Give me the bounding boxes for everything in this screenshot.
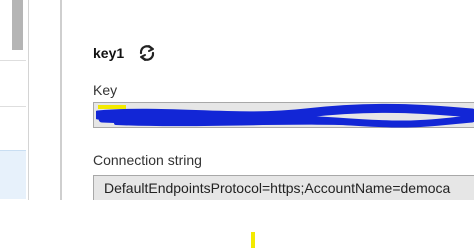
key-title: key1 bbox=[93, 45, 125, 61]
key-header: key1 bbox=[93, 40, 158, 66]
connection-string-value: DefaultEndpointsProtocol=https;AccountNa… bbox=[104, 180, 451, 196]
connection-string-field[interactable]: DefaultEndpointsProtocol=https;AccountNa… bbox=[93, 175, 474, 201]
panel-divider bbox=[60, 0, 62, 200]
left-list-item-selected[interactable] bbox=[0, 150, 26, 199]
left-navigation-pane bbox=[0, 0, 29, 200]
left-list-item[interactable] bbox=[0, 106, 26, 151]
key-label: Key bbox=[93, 82, 118, 98]
bottom-area bbox=[0, 200, 474, 248]
key-redaction-scribble bbox=[96, 103, 474, 128]
yellow-marker bbox=[251, 232, 255, 248]
left-list-item[interactable] bbox=[0, 60, 26, 105]
refresh-icon[interactable] bbox=[136, 42, 158, 64]
connection-string-label: Connection string bbox=[93, 152, 202, 168]
left-scrollbar-thumb[interactable] bbox=[12, 0, 23, 50]
